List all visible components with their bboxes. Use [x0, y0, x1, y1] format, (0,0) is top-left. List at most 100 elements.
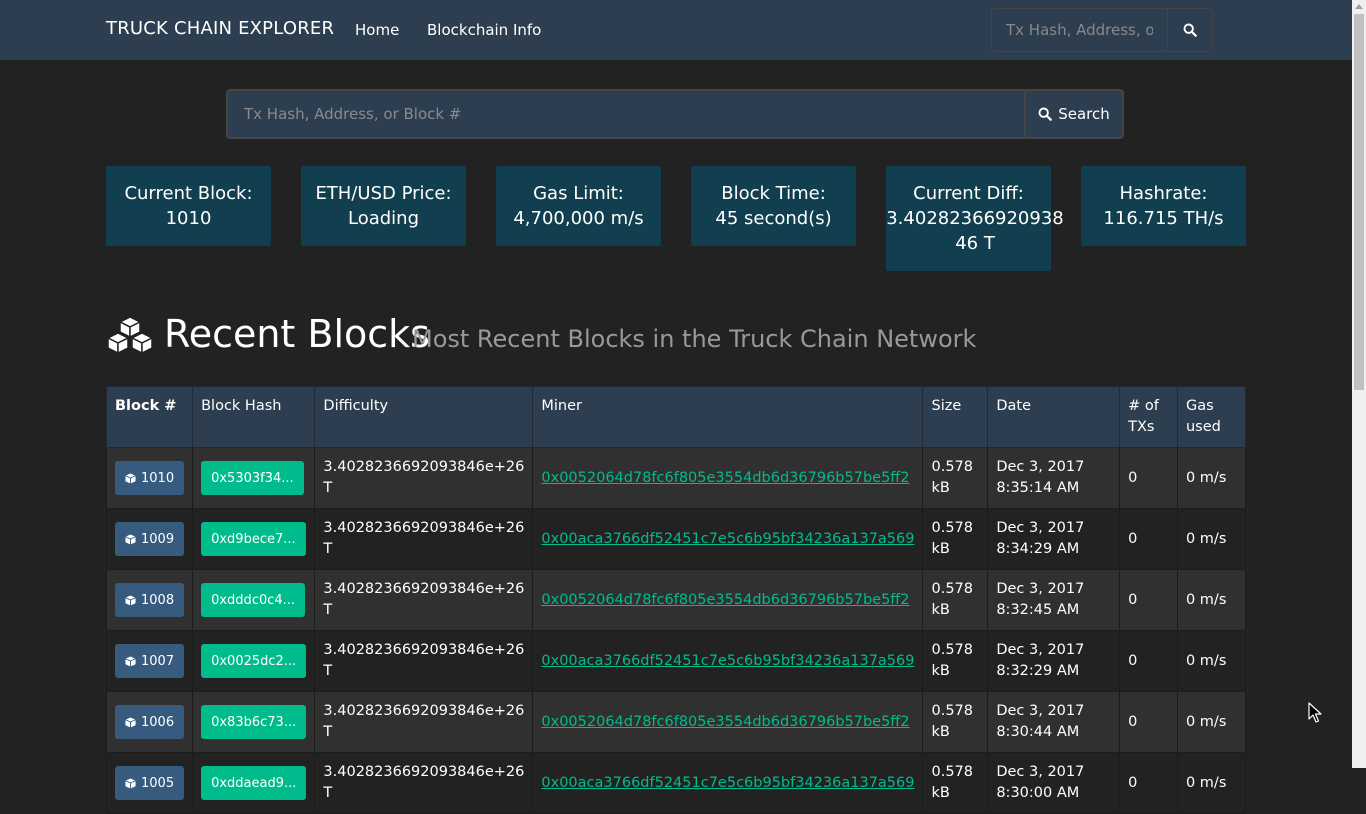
block-hash-button[interactable]: 0xd9bece7... [201, 522, 306, 556]
date-cell: Dec 3, 2017 8:30:44 AM [987, 691, 1121, 753]
recent-blocks-heading: Recent Blocks Most Recent Blocks in the … [106, 312, 1006, 362]
gas-cell: 0 m/s [1176, 508, 1247, 570]
block-cell: 1006 [105, 691, 194, 753]
date-cell: Dec 3, 2017 8:35:14 AM [987, 447, 1121, 509]
stat-gas-limit: Gas Limit: 4,700,000 m/s [496, 166, 661, 246]
stat-label: ETH/USD Price: [315, 183, 452, 204]
hash-cell: 0x0025dc2... [192, 630, 316, 692]
hash-cell: 0xd9bece7... [192, 508, 316, 570]
block-number-button[interactable]: 1005 [115, 766, 185, 800]
navbar: TRUCK CHAIN EXPLORER Home Blockchain Inf… [0, 0, 1352, 60]
gas-cell: 0 m/s [1176, 752, 1247, 814]
block-number: 1007 [141, 653, 175, 669]
block-hash-button[interactable]: 0xdddc0c4... [201, 583, 306, 617]
block-cell: 1008 [105, 569, 194, 631]
gas-cell: 0 m/s [1176, 691, 1247, 753]
block-hash-button[interactable]: 0x5303f34... [201, 461, 304, 495]
table-row: 1008 0xdddc0c4... 3.4028236692093846e+26… [105, 569, 1247, 631]
table-row: 1005 0xddaead9... 3.4028236692093846e+26… [105, 752, 1247, 814]
gas-cell: 0 m/s [1176, 630, 1247, 692]
stat-hashrate: Hashrate: 116.715 TH/s [1081, 166, 1246, 246]
navbar-search-button[interactable] [1168, 9, 1212, 51]
mouse-cursor-icon [1308, 702, 1322, 723]
cube-icon [125, 655, 136, 667]
miner-link[interactable]: 0x00aca3766df52451c7e5c6b95bf34236a137a5… [541, 775, 914, 791]
difficulty-cell: 3.4028236692093846e+26 T [314, 630, 534, 692]
cube-icon [125, 777, 136, 789]
difficulty-cell: 3.4028236692093846e+26 T [314, 752, 534, 814]
hash-cell: 0xdddc0c4... [192, 569, 316, 631]
block-hash-button[interactable]: 0x0025dc2... [201, 644, 307, 678]
txs-cell: 0 [1119, 752, 1178, 814]
txs-cell: 0 [1119, 447, 1178, 509]
block-number-button[interactable]: 1007 [115, 644, 185, 678]
stat-block-time: Block Time: 45 second(s) [691, 166, 856, 246]
miner-link[interactable]: 0x00aca3766df52451c7e5c6b95bf34236a137a5… [541, 653, 914, 669]
miner-cell: 0x00aca3766df52451c7e5c6b95bf34236a137a5… [532, 508, 924, 570]
block-number-button[interactable]: 1010 [115, 461, 185, 495]
block-number-button[interactable]: 1009 [115, 522, 185, 556]
miner-cell: 0x0052064d78fc6f805e3554db6d36796b57be5f… [532, 691, 924, 753]
block-number-button[interactable]: 1006 [115, 705, 185, 739]
difficulty-cell: 3.4028236692093846e+26 T [314, 508, 534, 570]
txs-cell: 0 [1119, 508, 1178, 570]
block-number: 1006 [141, 714, 175, 730]
search-icon [1038, 107, 1053, 121]
recent-blocks-table: Block # Block Hash Difficulty Miner Size… [105, 386, 1247, 814]
size-cell: 0.578 kB [922, 569, 989, 631]
block-number: 1010 [141, 470, 175, 486]
miner-cell: 0x00aca3766df52451c7e5c6b95bf34236a137a5… [532, 752, 924, 814]
table-row: 1007 0x0025dc2... 3.4028236692093846e+26… [105, 630, 1247, 692]
navbar-search [991, 8, 1213, 52]
navbar-search-input[interactable] [992, 9, 1168, 51]
block-cell: 1010 [105, 447, 194, 509]
cube-icon [125, 472, 136, 484]
block-hash-button[interactable]: 0xddaead9... [201, 766, 307, 800]
block-hash-button[interactable]: 0x83b6c73... [201, 705, 307, 739]
table-row: 1009 0xd9bece7... 3.4028236692093846e+26… [105, 508, 1247, 570]
brand-link[interactable]: TRUCK CHAIN EXPLORER [106, 18, 334, 39]
scroll-up-arrow-icon[interactable] [1355, 4, 1363, 9]
miner-link[interactable]: 0x0052064d78fc6f805e3554db6d36796b57be5f… [541, 714, 909, 730]
stat-value: 45 second(s) [715, 208, 832, 229]
cubes-icon [107, 316, 153, 354]
size-cell: 0.578 kB [922, 508, 989, 570]
size-cell: 0.578 kB [922, 752, 989, 814]
column-header: Size [922, 386, 989, 448]
cube-icon [125, 716, 136, 728]
column-header: Block # [105, 386, 194, 448]
main-search: Search [226, 89, 1124, 139]
cube-icon [125, 533, 136, 545]
table-row: 1006 0x83b6c73... 3.4028236692093846e+26… [105, 691, 1247, 753]
nav-home-link[interactable]: Home [355, 21, 399, 39]
stat-label: Block Time: [721, 183, 826, 204]
block-number-button[interactable]: 1008 [115, 583, 185, 617]
scrollbar-thumb[interactable] [1354, 14, 1364, 390]
txs-cell: 0 [1119, 630, 1178, 692]
main-search-input[interactable] [226, 89, 1026, 139]
gas-cell: 0 m/s [1176, 569, 1247, 631]
main-search-button[interactable]: Search [1026, 89, 1124, 139]
difficulty-cell: 3.4028236692093846e+26 T [314, 569, 534, 631]
column-header: Date [987, 386, 1121, 448]
difficulty-cell: 3.4028236692093846e+26 T [314, 691, 534, 753]
block-number: 1008 [141, 592, 175, 608]
miner-link[interactable]: 0x0052064d78fc6f805e3554db6d36796b57be5f… [541, 592, 909, 608]
stat-value: Loading [347, 208, 419, 229]
size-cell: 0.578 kB [922, 447, 989, 509]
page-subtitle: Most Recent Blocks in the Truck Chain Ne… [412, 325, 977, 353]
difficulty-cell: 3.4028236692093846e+26 T [314, 447, 534, 509]
block-number: 1005 [141, 775, 175, 791]
hash-cell: 0x83b6c73... [192, 691, 316, 753]
date-cell: Dec 3, 2017 8:32:29 AM [987, 630, 1121, 692]
stat-current-diff: Current Diff: 3.4028236692093846 T [886, 166, 1064, 271]
block-cell: 1007 [105, 630, 194, 692]
page-scrollbar[interactable] [1352, 0, 1366, 768]
stat-value: 1010 [165, 208, 212, 229]
miner-link[interactable]: 0x0052064d78fc6f805e3554db6d36796b57be5f… [541, 470, 909, 486]
column-header: Block Hash [192, 386, 316, 448]
txs-cell: 0 [1119, 691, 1178, 753]
column-header: # of TXs [1119, 386, 1178, 448]
miner-link[interactable]: 0x00aca3766df52451c7e5c6b95bf34236a137a5… [541, 531, 914, 547]
nav-blockchain-info-link[interactable]: Blockchain Info [427, 21, 541, 39]
